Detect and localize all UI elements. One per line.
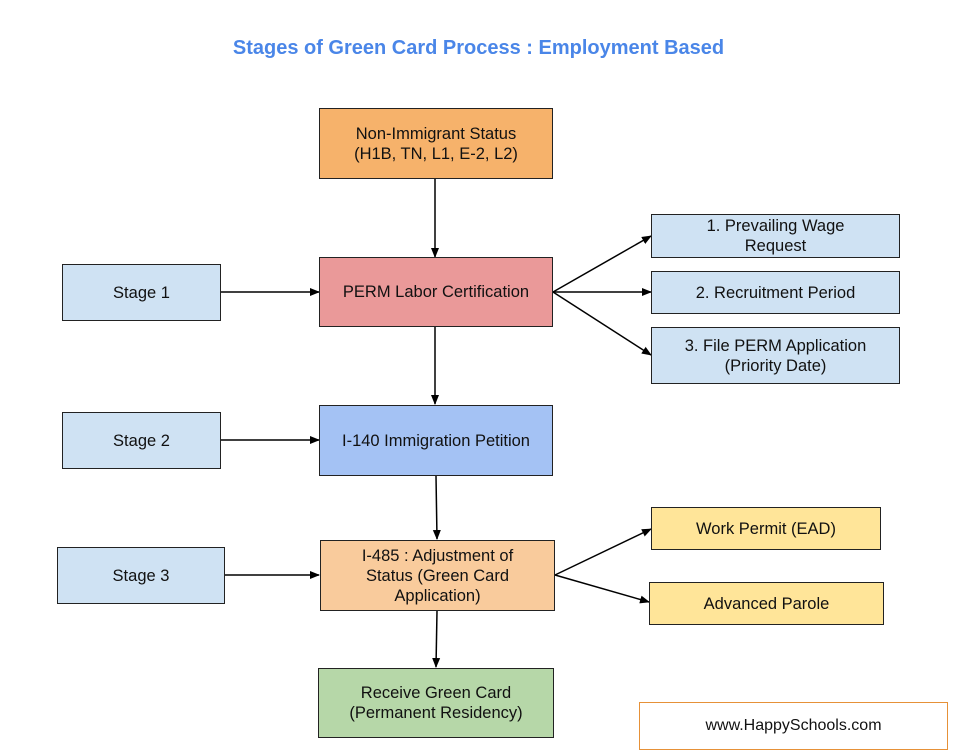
node-i485-adjustment-of-status: I-485 : Adjustment of Status (Green Card…	[320, 540, 555, 611]
node-recruitment-period: 2. Recruitment Period	[651, 271, 900, 314]
arrow-i485-to-work-permit	[554, 528, 652, 576]
node-file-perm-application: 3. File PERM Application (Priority Date)	[651, 327, 900, 384]
arrow-i485-to-advance-parole	[554, 574, 650, 604]
node-prevailing-wage-request: 1. Prevailing Wage Request	[651, 214, 900, 258]
node-receive-green-card: Receive Green Card (Permanent Residency)	[318, 668, 554, 738]
arrow-perm-to-step1	[552, 235, 652, 293]
node-i140-immigration-petition: I-140 Immigration Petition	[319, 405, 553, 476]
watermark-website: www.HappySchools.com	[639, 702, 948, 750]
arrow-perm-to-step3	[552, 291, 652, 356]
node-stage-2: Stage 2	[62, 412, 221, 469]
arrow-i140-to-i485	[432, 475, 441, 540]
node-stage-1: Stage 1	[62, 264, 221, 321]
arrow-i485-to-green-card	[432, 610, 441, 668]
node-non-immigrant-status: Non-Immigrant Status (H1B, TN, L1, E-2, …	[319, 108, 553, 179]
node-work-permit-ead: Work Permit (EAD)	[651, 507, 881, 550]
node-advanced-parole: Advanced Parole	[649, 582, 884, 625]
node-stage-3: Stage 3	[57, 547, 225, 604]
node-perm-labor-certification: PERM Labor Certification	[319, 257, 553, 327]
